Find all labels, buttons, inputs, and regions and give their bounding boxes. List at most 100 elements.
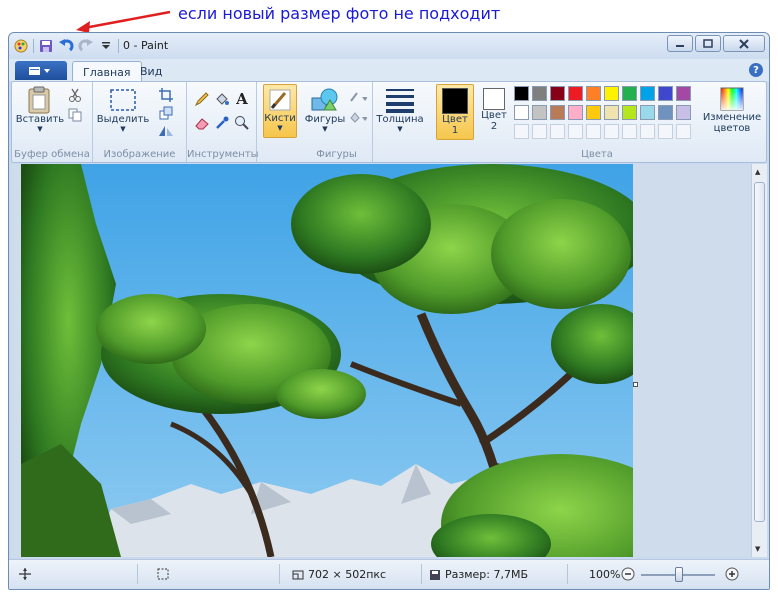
color-swatch[interactable] — [532, 124, 547, 139]
colors-group: Цвет 1 Цвет 2 Изменение цветов Цвета — [427, 82, 767, 162]
resize-handle-right[interactable] — [633, 382, 638, 387]
shapes-group-label: Фигуры — [316, 149, 357, 160]
color-swatch[interactable] — [640, 86, 655, 101]
color1-button[interactable]: Цвет 1 — [436, 84, 474, 140]
outline-icon[interactable] — [349, 88, 367, 106]
vertical-scrollbar[interactable]: ▲ ▼ — [751, 164, 767, 557]
close-button[interactable] — [723, 35, 765, 52]
color-picker-icon[interactable] — [213, 114, 231, 132]
fill-icon[interactable] — [213, 90, 231, 108]
size-button[interactable]: Толщина ▼ — [376, 86, 424, 133]
title-bar: 0 - Paint — [9, 33, 769, 59]
status-bar: 702 × 502пкс Размер: 7,7МБ 100% — [9, 559, 769, 589]
magnifier-icon[interactable] — [233, 114, 251, 132]
undo-icon[interactable] — [58, 38, 74, 54]
color-swatch[interactable] — [514, 86, 529, 101]
scroll-down-icon[interactable]: ▼ — [755, 545, 760, 553]
paste-label: Вставить — [15, 114, 65, 125]
customize-qat-icon[interactable] — [98, 38, 114, 54]
scrollbar-thumb[interactable] — [754, 182, 765, 522]
color2-button[interactable]: Цвет 2 — [477, 86, 511, 132]
copy-icon[interactable] — [66, 106, 84, 124]
color-swatch[interactable] — [586, 124, 601, 139]
color1-label-line2: 1 — [451, 125, 459, 136]
rotate-icon[interactable] — [157, 122, 175, 140]
help-icon[interactable]: ? — [749, 63, 763, 77]
color-swatch[interactable] — [604, 105, 619, 120]
save-icon[interactable] — [38, 38, 54, 54]
resize-icon[interactable] — [157, 104, 175, 122]
color-swatch[interactable] — [658, 105, 673, 120]
quick-access-toolbar — [13, 36, 119, 56]
color-swatch[interactable] — [586, 105, 601, 120]
maximize-button[interactable] — [695, 35, 721, 52]
zoom-in-icon — [725, 567, 739, 581]
zoom-out-button[interactable] — [621, 567, 635, 581]
color-swatch[interactable] — [640, 124, 655, 139]
tree-photo — [21, 164, 633, 557]
color-swatch[interactable] — [514, 124, 529, 139]
cut-icon[interactable] — [66, 86, 84, 104]
paint-app-icon[interactable] — [13, 38, 29, 54]
color-swatch[interactable] — [622, 86, 637, 101]
edit-colors-button[interactable]: Изменение цветов — [703, 86, 761, 134]
color-swatch[interactable] — [550, 86, 565, 101]
status-separator — [567, 564, 568, 584]
color-swatch[interactable] — [676, 105, 691, 120]
color-swatch[interactable] — [658, 124, 673, 139]
shapes-group: Фигуры ▼ Фигуры — [301, 82, 373, 162]
shapes-button[interactable]: Фигуры ▼ — [305, 86, 345, 133]
brushes-label: Кисти — [264, 113, 296, 124]
disk-icon — [430, 569, 440, 580]
canvas-area[interactable] — [11, 164, 751, 557]
color-swatch[interactable] — [676, 86, 691, 101]
color-swatch[interactable] — [658, 86, 673, 101]
color-swatch[interactable] — [640, 105, 655, 120]
color-swatch[interactable] — [568, 86, 583, 101]
zoom-in-button[interactable] — [725, 567, 739, 581]
text-icon[interactable]: A — [233, 90, 251, 108]
color-swatch[interactable] — [676, 124, 691, 139]
paste-button[interactable]: Вставить ▼ — [15, 86, 65, 133]
color-swatch[interactable] — [532, 86, 547, 101]
canvas-image[interactable] — [21, 164, 633, 557]
color-swatch[interactable] — [514, 105, 529, 120]
color-swatch[interactable] — [604, 124, 619, 139]
image-dimensions-text: 702 × 502пкс — [308, 568, 387, 581]
tab-home-label: Главная — [83, 65, 131, 79]
color-swatch[interactable] — [550, 105, 565, 120]
zoom-slider-thumb[interactable] — [675, 567, 683, 582]
edit-colors-label-line1: Изменение — [702, 112, 762, 123]
color-swatch[interactable] — [568, 124, 583, 139]
color-swatch[interactable] — [532, 105, 547, 120]
redo-icon[interactable] — [78, 38, 94, 54]
brushes-button[interactable]: Кисти ▼ — [263, 84, 297, 138]
color-swatch[interactable] — [622, 124, 637, 139]
color-swatch[interactable] — [586, 86, 601, 101]
tools-group-label: Инструменты — [187, 149, 259, 160]
minimize-button[interactable] — [667, 35, 693, 52]
shapes-label: Фигуры — [304, 114, 346, 125]
edit-colors-icon — [720, 87, 744, 111]
ribbon-tab-bar: Главная Вид ? — [9, 59, 769, 82]
color-swatch[interactable] — [622, 105, 637, 120]
file-menu-button[interactable] — [15, 61, 67, 80]
select-button[interactable]: Выделить ▼ — [97, 86, 149, 133]
shapes-icon — [311, 88, 338, 111]
pencil-icon[interactable] — [193, 90, 211, 108]
cursor-position-icon — [19, 568, 31, 580]
scroll-up-icon[interactable]: ▲ — [755, 168, 760, 176]
eraser-icon[interactable] — [193, 114, 211, 132]
tab-view-label: Вид — [140, 64, 163, 78]
size-label: Толщина — [376, 114, 424, 125]
file-size: Размер: 7,7МБ — [429, 568, 528, 581]
select-dropdown-icon: ▼ — [120, 125, 126, 133]
window-title: 0 - Paint — [123, 39, 169, 52]
color-swatch[interactable] — [550, 124, 565, 139]
color-swatch[interactable] — [568, 105, 583, 120]
tab-view[interactable]: Вид — [130, 61, 172, 81]
color-swatch[interactable] — [604, 86, 619, 101]
fill-shape-icon[interactable] — [349, 108, 367, 126]
crop-icon[interactable] — [157, 86, 175, 104]
window-controls — [667, 35, 765, 52]
